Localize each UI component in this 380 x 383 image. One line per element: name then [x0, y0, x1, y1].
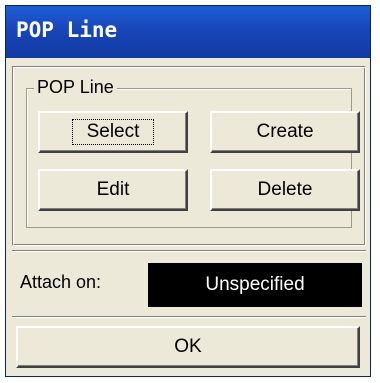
attach-on-value[interactable]: Unspecified	[148, 263, 362, 307]
window-title: POP Line	[16, 18, 118, 42]
attach-on-value-text: Unspecified	[205, 274, 305, 295]
delete-button-label: Delete	[257, 179, 313, 200]
create-button[interactable]: Create	[210, 111, 360, 153]
create-button-label: Create	[256, 121, 314, 142]
select-button[interactable]: Select	[38, 111, 188, 153]
ok-button-label: OK	[174, 336, 202, 357]
attach-on-label: Attach on:	[20, 272, 102, 292]
edit-button[interactable]: Edit	[38, 169, 188, 211]
edit-button-label: Edit	[96, 179, 130, 200]
select-button-label: Select	[71, 119, 155, 145]
groupbox-label: POP Line	[34, 77, 117, 98]
separator-top	[12, 250, 366, 252]
title-bar[interactable]: POP Line	[6, 6, 370, 58]
delete-button[interactable]: Delete	[210, 169, 360, 211]
separator-bottom	[12, 316, 366, 318]
pop-line-dialog: POP Line POP Line Select Create Edit Del…	[5, 5, 371, 377]
ok-button[interactable]: OK	[16, 326, 360, 368]
